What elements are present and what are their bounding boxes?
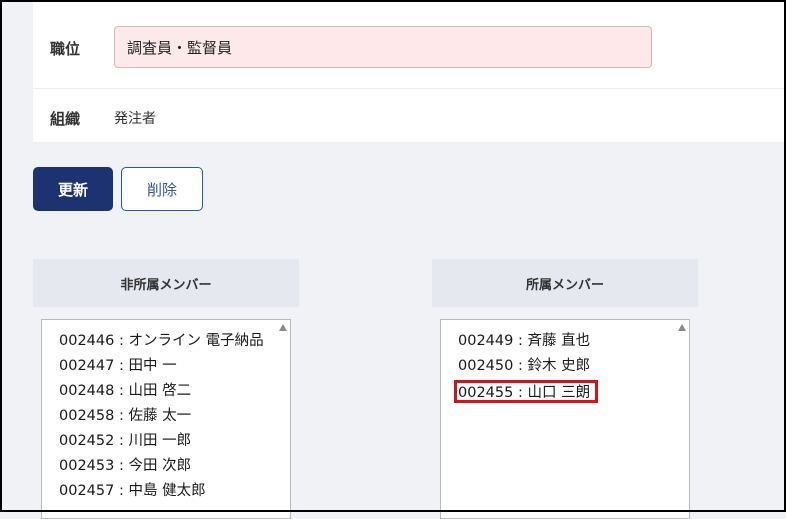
list-item[interactable]: 002446 : オンライン 電子納品 <box>59 330 276 355</box>
list-item[interactable]: 002450 : 鈴木 史郎 <box>458 355 675 380</box>
list-item[interactable]: 002453 : 今田 次郎 <box>59 455 276 480</box>
position-label: 職位 <box>50 40 81 58</box>
org-row: 組織 発注者 <box>33 89 784 142</box>
position-row: 職位 <box>33 2 784 89</box>
list-item[interactable]: 002449 : 斉藤 直也 <box>458 330 675 355</box>
update-button[interactable]: 更新 <box>33 167 113 211</box>
list-item-highlighted[interactable]: 002455 : 山口 三朗 <box>454 380 599 403</box>
form-card: 職位 組織 発注者 <box>33 2 784 142</box>
members-header: 所属メンバー <box>432 259 698 307</box>
scroll-up-arrow-icon[interactable] <box>279 324 287 331</box>
list-item[interactable]: 002448 : 山田 啓二 <box>59 380 276 405</box>
non-members-listbox[interactable]: 002446 : オンライン 電子納品 002447 : 田中 一 002448… <box>41 319 291 519</box>
members-listbox[interactable]: 002449 : 斉藤 直也 002450 : 鈴木 史郎 002455 : 山… <box>440 319 690 519</box>
scroll-up-arrow-icon[interactable] <box>678 324 686 331</box>
org-value: 発注者 <box>114 111 156 127</box>
list-item[interactable]: 002447 : 田中 一 <box>59 355 276 380</box>
non-members-header: 非所属メンバー <box>33 259 299 307</box>
members-list: 002449 : 斉藤 直也 002450 : 鈴木 史郎 002455 : 山… <box>454 330 675 407</box>
delete-button[interactable]: 削除 <box>121 167 203 211</box>
list-item[interactable]: 002452 : 川田 一郎 <box>59 430 276 455</box>
position-input[interactable] <box>114 26 652 68</box>
non-members-list: 002446 : オンライン 電子納品 002447 : 田中 一 002448… <box>59 330 276 505</box>
org-label: 組織 <box>50 110 81 128</box>
list-item[interactable]: 002458 : 佐藤 太一 <box>59 405 276 430</box>
list-item[interactable]: 002457 : 中島 健太郎 <box>59 480 276 505</box>
